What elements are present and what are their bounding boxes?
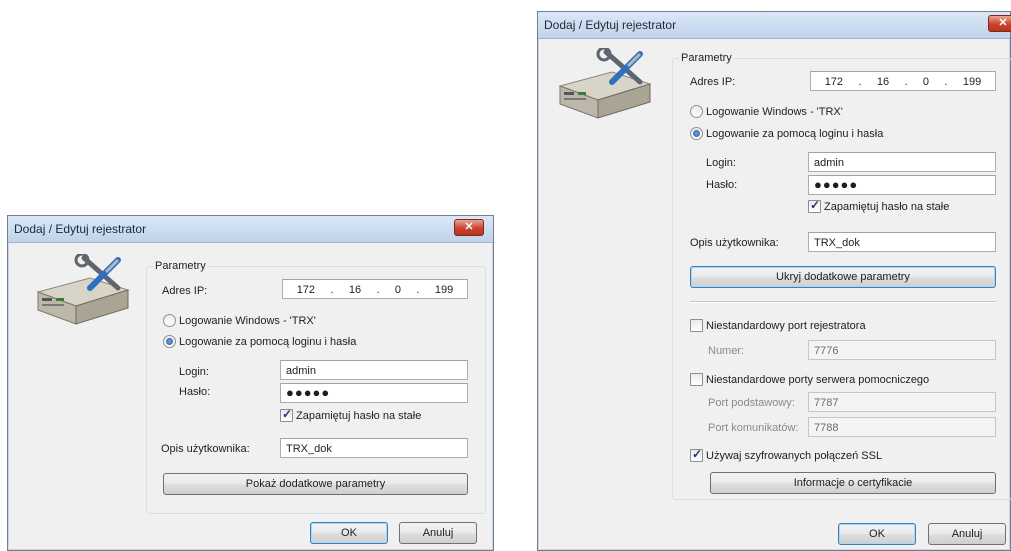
show-additional-parameters-button[interactable]: Pokaż dodatkowe parametry xyxy=(163,473,468,495)
radio-credentials-login[interactable] xyxy=(163,335,176,348)
title-bar[interactable]: Dodaj / Edytuj rejestrator ✕ xyxy=(538,12,1011,39)
base-port-label: Port podstawowy: xyxy=(708,397,795,409)
cancel-button[interactable]: Anuluj xyxy=(928,523,1006,545)
number-field[interactable]: 7776 xyxy=(808,340,996,360)
custom-server-ports-label[interactable]: Niestandardowe porty serwera pomocniczeg… xyxy=(706,374,929,386)
login-label: Login: xyxy=(179,366,209,378)
comm-port-label: Port komunikatów: xyxy=(708,422,799,434)
login-field[interactable]: admin xyxy=(280,360,468,380)
certificate-info-button[interactable]: Informacje o certyfikacie xyxy=(710,472,996,494)
window-title: Dodaj / Edytuj rejestrator xyxy=(544,18,677,32)
dialog-add-edit-recorder-collapsed: Dodaj / Edytuj rejestrator ✕ Parametry A… xyxy=(7,215,494,551)
radio-credentials-login[interactable] xyxy=(690,127,703,140)
close-icon[interactable]: ✕ xyxy=(988,15,1011,32)
remember-password-label[interactable]: Zapamiętuj hasło na stałe xyxy=(296,410,421,422)
radio-credentials-label[interactable]: Logowanie za pomocą loginu i hasła xyxy=(179,336,356,348)
password-label: Hasło: xyxy=(706,179,738,191)
radio-credentials-label[interactable]: Logowanie za pomocą loginu i hasła xyxy=(706,128,883,140)
ip-octet-3: 0 xyxy=(922,76,930,88)
radio-windows-login[interactable] xyxy=(690,105,703,118)
hide-additional-parameters-button[interactable]: Ukryj dodatkowe parametry xyxy=(690,266,996,288)
ip-octet-2: 16 xyxy=(876,76,890,88)
radio-windows-login[interactable] xyxy=(163,314,176,327)
dialog-add-edit-recorder-expanded: Dodaj / Edytuj rejestrator ✕ Parametry A… xyxy=(537,11,1011,551)
ip-octet-1: 172 xyxy=(824,76,844,88)
cancel-button[interactable]: Anuluj xyxy=(399,522,477,544)
remember-password-checkbox[interactable] xyxy=(280,407,293,422)
ip-label: Adres IP: xyxy=(690,76,736,88)
custom-recorder-port-checkbox[interactable] xyxy=(690,319,703,332)
login-field[interactable]: admin xyxy=(808,152,996,172)
ok-button[interactable]: OK xyxy=(838,523,916,545)
ssl-label[interactable]: Używaj szyfrowanych połączeń SSL xyxy=(706,450,882,462)
ip-octet-3: 0 xyxy=(394,284,402,296)
ip-dot: . xyxy=(330,284,334,296)
custom-recorder-port-label[interactable]: Niestandardowy port rejestratora xyxy=(706,320,866,332)
group-title: Parametry xyxy=(679,52,734,64)
radio-windows-label[interactable]: Logowanie Windows - 'TRX' xyxy=(179,315,316,327)
ok-button[interactable]: OK xyxy=(310,522,388,544)
ip-octet-4: 199 xyxy=(962,76,982,88)
ip-dot: . xyxy=(858,76,862,88)
ip-dot: . xyxy=(904,76,908,88)
ip-dot: . xyxy=(376,284,380,296)
ip-address-field[interactable]: 172 . 16 . 0 . 199 xyxy=(810,71,996,91)
ip-octet-2: 16 xyxy=(348,284,362,296)
ip-dot: . xyxy=(416,284,420,296)
remember-password-checkbox[interactable] xyxy=(808,198,821,213)
password-label: Hasło: xyxy=(179,386,211,398)
device-tools-icon xyxy=(558,48,652,119)
user-description-field[interactable]: TRX_dok xyxy=(808,232,996,252)
password-field[interactable]: ●●●●● xyxy=(280,383,468,403)
ip-octet-4: 199 xyxy=(434,284,454,296)
user-description-field[interactable]: TRX_dok xyxy=(280,438,468,458)
user-description-label: Opis użytkownika: xyxy=(690,237,779,249)
ip-octet-1: 172 xyxy=(296,284,316,296)
ip-address-field[interactable]: 172 . 16 . 0 . 199 xyxy=(282,279,468,299)
number-label: Numer: xyxy=(708,345,745,357)
title-bar[interactable]: Dodaj / Edytuj rejestrator ✕ xyxy=(8,216,493,243)
remember-password-label[interactable]: Zapamiętuj hasło na stałe xyxy=(824,201,949,213)
login-label: Login: xyxy=(706,157,736,169)
custom-server-ports-checkbox[interactable] xyxy=(690,373,703,386)
user-description-label: Opis użytkownika: xyxy=(161,443,250,455)
ssl-checkbox[interactable] xyxy=(690,447,703,462)
close-icon[interactable]: ✕ xyxy=(454,219,484,236)
ip-dot: . xyxy=(944,76,948,88)
separator xyxy=(690,301,996,303)
comm-port-field[interactable]: 7788 xyxy=(808,417,996,437)
radio-windows-label[interactable]: Logowanie Windows - 'TRX' xyxy=(706,106,843,118)
base-port-field[interactable]: 7787 xyxy=(808,392,996,412)
window-title: Dodaj / Edytuj rejestrator xyxy=(14,222,147,236)
device-tools-icon xyxy=(36,254,130,325)
password-field[interactable]: ●●●●● xyxy=(808,175,996,195)
group-title: Parametry xyxy=(153,260,208,272)
ip-label: Adres IP: xyxy=(162,285,208,297)
